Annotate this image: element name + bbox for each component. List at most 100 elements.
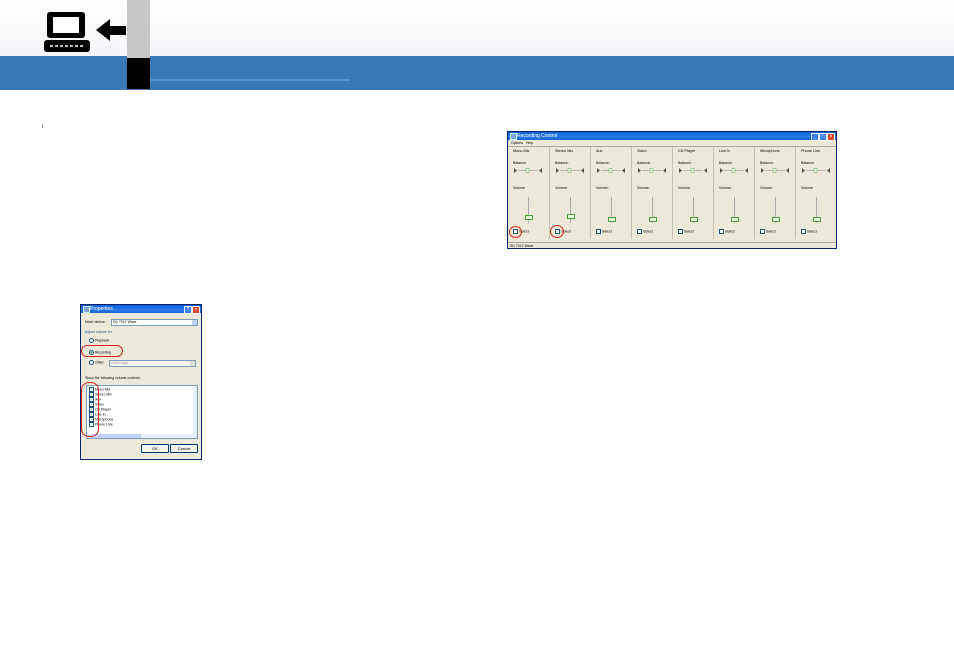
column-name: CD Player — [678, 149, 696, 153]
other-select[interactable]: Voice Input — [109, 360, 196, 367]
speaker-right-icon — [827, 168, 830, 173]
chevron-down-icon[interactable] — [192, 320, 197, 325]
volume-thumb[interactable] — [772, 217, 780, 223]
highlight-checkboxes — [81, 382, 99, 437]
cancel-button[interactable]: Cancel — [170, 444, 198, 453]
adjust-label: Adjust volume for — [85, 330, 113, 334]
mixer-column: Video Balance: Volume: Select — [631, 147, 672, 239]
volume-slider[interactable] — [608, 197, 616, 223]
volume-thumb[interactable] — [567, 213, 575, 219]
volume-label: Volume: — [678, 186, 691, 190]
other-value: Voice Input — [111, 361, 129, 365]
close-button[interactable]: × — [827, 133, 835, 141]
scroll-thumb[interactable] — [91, 434, 141, 438]
balance-slider[interactable] — [679, 168, 707, 173]
mixer-column: Aux Balance: Volume: Select — [590, 147, 631, 239]
balance-label: Balance: — [678, 161, 692, 165]
column-name: Phone Line — [801, 149, 821, 153]
volume-slider[interactable] — [649, 197, 657, 223]
select-label: Select — [643, 229, 653, 234]
radio-other[interactable]: Other — [89, 360, 104, 365]
speaker-right-icon — [786, 168, 789, 173]
mixer-column: CD Player Balance: Volume: Select — [672, 147, 713, 239]
checkbox-icon[interactable] — [637, 229, 642, 234]
radio-playback-label: Playback — [95, 338, 110, 343]
column-name: Microphone — [760, 149, 780, 153]
menu-options[interactable]: Options — [511, 141, 523, 145]
radio-playback[interactable]: Playback — [89, 338, 109, 343]
select-label: Select — [766, 229, 776, 234]
mixer-select[interactable]: SD 7012 Wave — [111, 319, 198, 326]
volume-label: Volume: — [555, 186, 568, 190]
balance-slider[interactable] — [514, 168, 542, 173]
show-controls-label: Show the following volume controls: — [85, 376, 141, 380]
select-checkbox[interactable]: Select — [678, 229, 694, 234]
ok-button[interactable]: OK — [141, 444, 169, 453]
maximize-button[interactable]: □ — [819, 133, 827, 141]
window-icon — [83, 306, 90, 313]
chevron-down-icon[interactable] — [190, 361, 195, 366]
volume-slider[interactable] — [567, 197, 575, 223]
menu-help[interactable]: Help — [526, 141, 533, 145]
balance-slider[interactable] — [556, 168, 584, 173]
balance-slider[interactable] — [597, 168, 625, 173]
volume-slider[interactable] — [813, 197, 821, 223]
volume-thumb[interactable] — [690, 217, 698, 223]
vertical-scrollbar[interactable] — [193, 386, 197, 438]
checkbox-icon[interactable] — [596, 229, 601, 234]
volume-label: Volume: — [719, 186, 732, 190]
radio-other-label: Other — [95, 360, 104, 365]
header-black-block — [127, 58, 150, 89]
balance-thumb — [731, 168, 736, 173]
recording-titlebar: Recording Control _ □ × — [508, 132, 836, 141]
minimize-button[interactable]: _ — [811, 133, 819, 141]
volume-slider[interactable] — [525, 197, 533, 223]
menu-bar: Options Help — [508, 140, 836, 147]
checkbox-icon[interactable] — [719, 229, 724, 234]
volume-slider[interactable] — [690, 197, 698, 223]
close-button[interactable]: × — [192, 306, 200, 314]
speaker-left-icon — [802, 168, 805, 173]
checkbox-icon[interactable] — [760, 229, 765, 234]
volume-label: Volume: — [513, 186, 526, 190]
volume-thumb[interactable] — [813, 217, 821, 223]
help-button[interactable]: ? — [184, 306, 192, 314]
volume-thumb[interactable] — [525, 214, 533, 220]
highlight-recording — [81, 345, 123, 357]
select-checkbox[interactable]: Select — [801, 229, 817, 234]
balance-label: Balance: — [596, 161, 610, 165]
speaker-right-icon — [622, 168, 625, 173]
select-checkbox[interactable]: Select — [596, 229, 612, 234]
mixer-column: Microphone Balance: Volume: Select — [754, 147, 795, 239]
mixer-column: Line In Balance: Volume: Select — [713, 147, 754, 239]
recording-title: Recording Control — [517, 133, 558, 139]
balance-slider[interactable] — [761, 168, 789, 173]
horizontal-scrollbar[interactable] — [87, 434, 193, 438]
window-icon — [510, 133, 517, 140]
mixer-label: Mixer device: — [85, 320, 106, 324]
volume-thumb[interactable] — [649, 217, 657, 223]
select-label: Select — [725, 229, 735, 234]
balance-slider[interactable] — [802, 168, 830, 173]
balance-slider[interactable] — [720, 168, 748, 173]
volume-thumb[interactable] — [608, 217, 616, 223]
volume-slider[interactable] — [772, 197, 780, 223]
speaker-right-icon — [663, 168, 666, 173]
balance-slider[interactable] — [638, 168, 666, 173]
select-checkbox[interactable]: Select — [760, 229, 776, 234]
balance-thumb — [525, 168, 530, 173]
mixer-column: Phone Line Balance: Volume: Select — [795, 147, 836, 239]
select-label: Select — [602, 229, 612, 234]
balance-thumb — [690, 168, 695, 173]
checkbox-icon[interactable] — [801, 229, 806, 234]
column-name: Stereo Mix — [555, 149, 574, 153]
volume-slider[interactable] — [731, 197, 739, 223]
speaker-left-icon — [638, 168, 641, 173]
volume-label: Volume: — [637, 186, 650, 190]
select-checkbox[interactable]: Select — [637, 229, 653, 234]
volume-thumb[interactable] — [731, 217, 739, 223]
status-bar: SD 7012 Wave — [508, 242, 836, 248]
column-name: Video — [637, 149, 647, 153]
checkbox-icon[interactable] — [678, 229, 683, 234]
select-checkbox[interactable]: Select — [719, 229, 735, 234]
